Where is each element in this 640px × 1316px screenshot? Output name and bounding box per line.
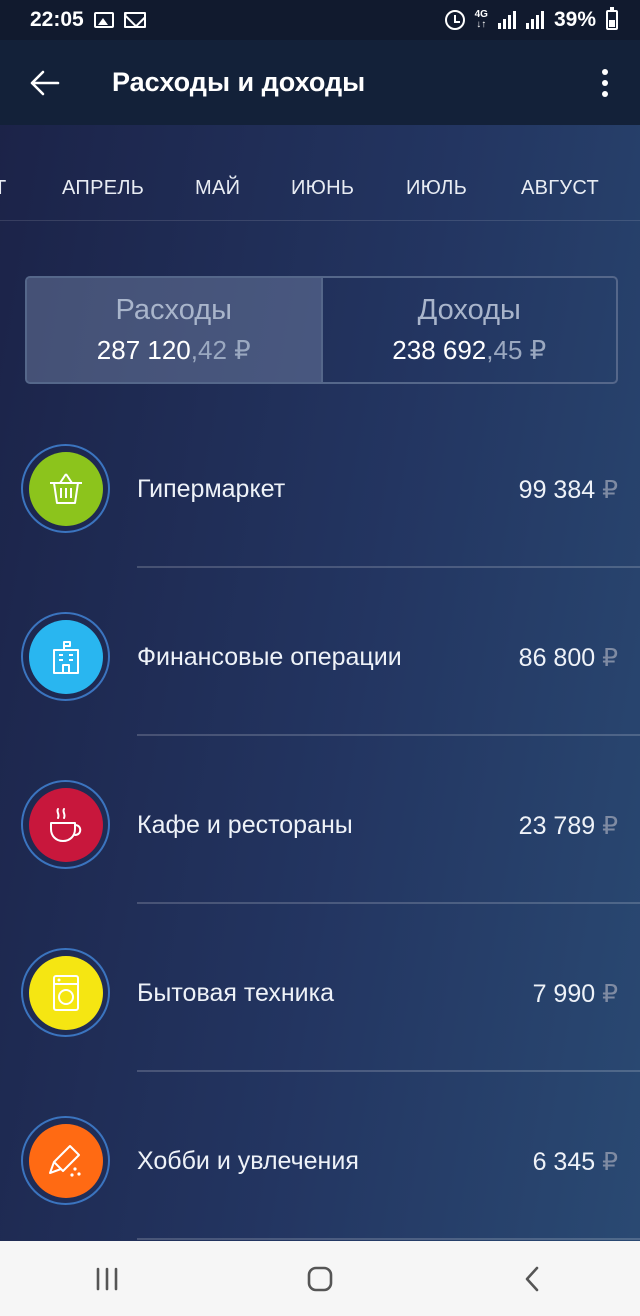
back-button[interactable] bbox=[0, 40, 90, 125]
more-options-button[interactable] bbox=[590, 40, 620, 125]
category-name: Бытовая техника bbox=[137, 979, 335, 1007]
arrow-left-icon bbox=[30, 70, 60, 95]
home-button[interactable] bbox=[280, 1241, 360, 1316]
app-bar: Расходы и доходы bbox=[0, 40, 640, 125]
income-segment[interactable]: Доходы 238 692,45 ₽ bbox=[320, 278, 617, 382]
tab-month-march[interactable]: Т bbox=[0, 125, 7, 221]
expenses-income-switch: Расходы 287 120,42 ₽ Доходы 238 692,45 ₽ bbox=[25, 276, 618, 384]
category-name: Финансовые операции bbox=[137, 643, 402, 671]
basket-icon bbox=[28, 451, 103, 526]
category-amount: 6 345 ₽ bbox=[532, 1148, 618, 1176]
tab-month-may[interactable]: МАЙ bbox=[195, 125, 240, 221]
battery-icon bbox=[606, 7, 618, 30]
recent-apps-icon bbox=[96, 1267, 117, 1290]
tab-month-august[interactable]: АВГУСТ bbox=[521, 125, 599, 221]
list-item-hobbies[interactable]: Хобби и увлечения 6 345 ₽ bbox=[0, 1077, 640, 1245]
system-back-button[interactable] bbox=[493, 1241, 573, 1316]
category-name: Гипермаркет bbox=[137, 475, 286, 503]
category-amount: 99 384 ₽ bbox=[518, 476, 618, 504]
chevron-left-icon bbox=[526, 1266, 539, 1291]
coffee-cup-icon bbox=[28, 787, 103, 862]
expenses-segment[interactable]: Расходы 287 120,42 ₽ bbox=[27, 278, 321, 382]
bank-building-icon bbox=[28, 619, 103, 694]
tab-month-april[interactable]: АПРЕЛЬ bbox=[62, 125, 144, 221]
list-item-household-appliances[interactable]: Бытовая техника 7 990 ₽ bbox=[0, 909, 640, 1077]
system-navigation-bar bbox=[0, 1241, 640, 1316]
alarm-icon bbox=[444, 10, 465, 30]
signal-icon-sim2 bbox=[525, 11, 544, 29]
battery-percent: 39% bbox=[553, 8, 596, 31]
category-amount: 86 800 ₽ bbox=[518, 644, 618, 672]
list-item-financial-operations[interactable]: Финансовые операции 86 800 ₽ bbox=[0, 573, 640, 741]
tab-month-june[interactable]: ИЮНЬ bbox=[291, 125, 354, 221]
tab-month-july[interactable]: ИЮЛЬ bbox=[406, 125, 467, 221]
washing-machine-icon bbox=[28, 955, 103, 1030]
category-amount: 23 789 ₽ bbox=[518, 812, 618, 840]
income-label: Доходы bbox=[417, 294, 521, 326]
home-icon bbox=[307, 1266, 333, 1291]
status-time: 22:05 bbox=[30, 8, 84, 31]
divider bbox=[137, 734, 640, 736]
divider bbox=[137, 1070, 640, 1072]
category-name: Хобби и увлечения bbox=[137, 1147, 359, 1175]
recent-apps-button[interactable] bbox=[67, 1241, 147, 1316]
page-title: Расходы и доходы bbox=[112, 67, 366, 97]
expenses-amount: 287 120,42 ₽ bbox=[96, 335, 251, 365]
status-bar: 22:05 4G ↓↑ 39% bbox=[0, 0, 640, 40]
category-amount: 7 990 ₽ bbox=[532, 980, 618, 1008]
list-item-cafes-restaurants[interactable]: Кафе и рестораны 23 789 ₽ bbox=[0, 741, 640, 909]
network-type-icon: 4G ↓↑ bbox=[474, 9, 488, 30]
more-vertical-icon bbox=[602, 68, 608, 75]
income-amount: 238 692,45 ₽ bbox=[392, 335, 547, 365]
expenses-label: Расходы bbox=[115, 294, 232, 326]
signal-icon bbox=[497, 11, 516, 29]
paint-tube-icon bbox=[28, 1123, 103, 1198]
divider bbox=[137, 566, 640, 568]
mail-notification-icon bbox=[123, 12, 146, 28]
gallery-notification-icon bbox=[93, 12, 114, 28]
list-item-hypermarket[interactable]: Гипермаркет 99 384 ₽ bbox=[0, 405, 640, 573]
month-tabs: Т АПРЕЛЬ МАЙ ИЮНЬ ИЮЛЬ АВГУСТ bbox=[0, 125, 640, 221]
divider bbox=[137, 902, 640, 904]
divider bbox=[137, 1238, 640, 1240]
category-name: Кафе и рестораны bbox=[137, 811, 353, 839]
